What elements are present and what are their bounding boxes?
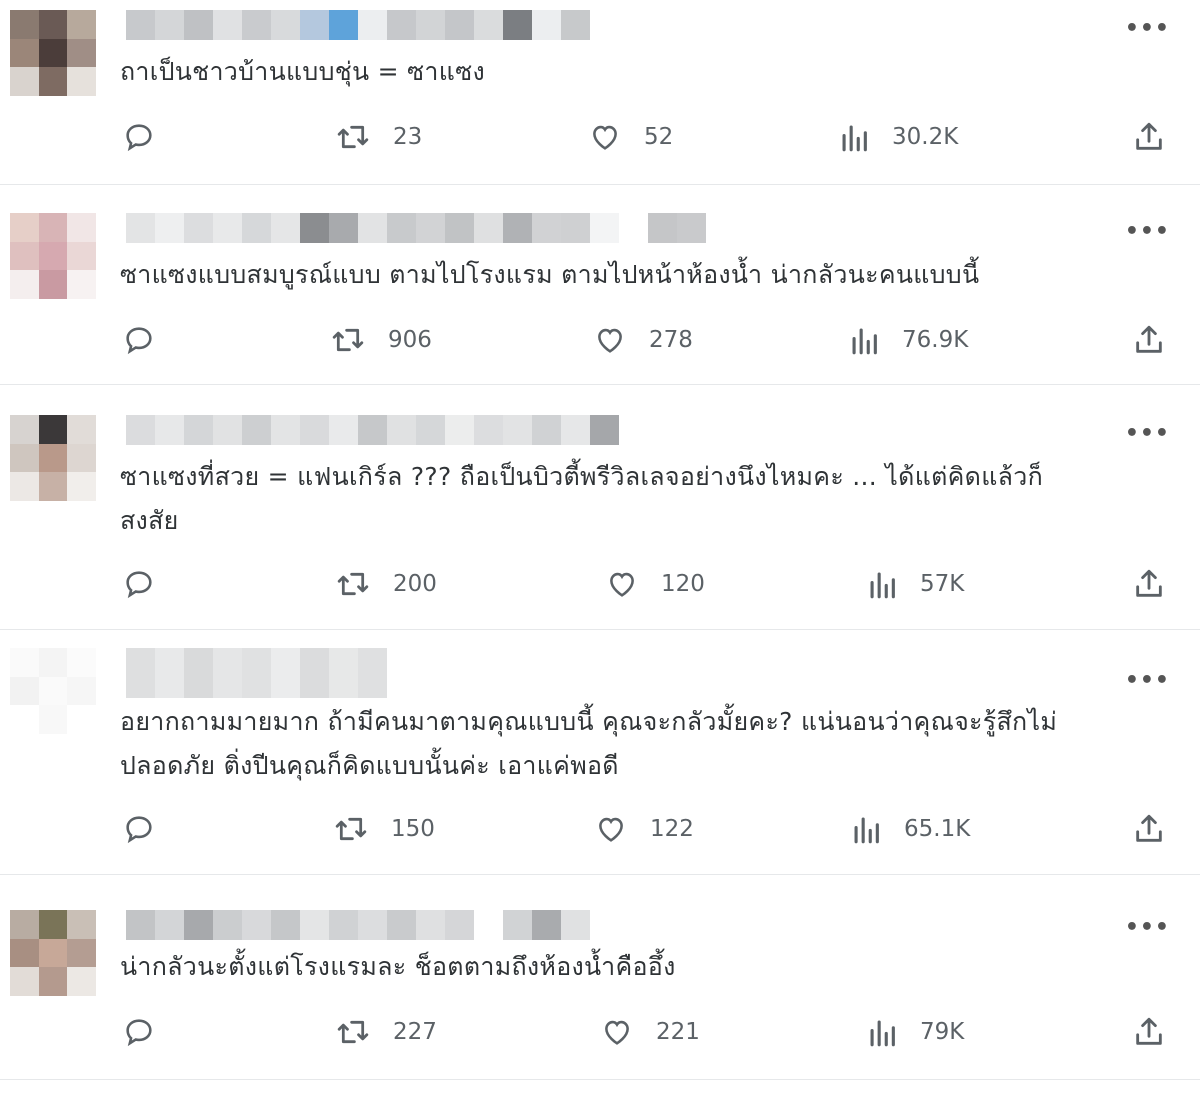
reply-text: น่ากลัวนะตั้งแต่โรงแรมละ ช็อตตามถึงห้องน… — [120, 952, 676, 981]
reply-item[interactable]: ••• อยากถามมายมาก ถ้ามีคนมาตามคุณแบบนี้ … — [0, 630, 1200, 875]
like-count: 122 — [650, 816, 694, 842]
username-redacted[interactable] — [126, 213, 706, 243]
reply-action[interactable] — [122, 323, 156, 357]
avatar[interactable] — [10, 910, 96, 996]
retweet-icon — [337, 572, 369, 596]
retweet-count: 906 — [388, 327, 432, 353]
reply-item[interactable]: ••• น่ากลัวนะตั้งแต่โรงแรมละ ช็อตตามถึงห… — [0, 875, 1200, 1080]
heart-icon — [610, 572, 634, 597]
reply-icon — [126, 1019, 152, 1047]
share-action[interactable] — [1132, 812, 1166, 846]
reply-icon — [126, 124, 152, 152]
username-redacted[interactable] — [126, 648, 387, 698]
retweet-icon — [337, 1020, 369, 1044]
like-count: 52 — [644, 124, 674, 150]
reply-action[interactable] — [122, 120, 156, 154]
views-icon — [870, 1020, 895, 1047]
reply-icon — [126, 571, 152, 599]
avatar[interactable] — [10, 213, 96, 299]
more-options-icon[interactable]: ••• — [1125, 917, 1170, 939]
heart-icon — [605, 1020, 629, 1045]
like-action[interactable]: 120 — [605, 567, 705, 601]
avatar[interactable] — [10, 648, 96, 734]
share-action[interactable] — [1132, 567, 1166, 601]
reply-icon — [126, 327, 152, 355]
reply-text-line: อยากถามมายมาก ถ้ามีคนมาตามคุณแบบนี้ คุณจ… — [120, 707, 1058, 736]
retweet-count: 200 — [393, 571, 437, 597]
like-count: 120 — [661, 571, 705, 597]
views-action[interactable]: 57K — [866, 567, 964, 601]
more-options-icon[interactable]: ••• — [1125, 670, 1170, 692]
share-action[interactable] — [1132, 323, 1166, 357]
views-action[interactable]: 76.9K — [848, 323, 968, 357]
share-action[interactable] — [1132, 120, 1166, 154]
retweet-count: 150 — [391, 816, 435, 842]
views-count: 76.9K — [902, 327, 969, 353]
share-icon — [1136, 814, 1162, 842]
reply-action[interactable] — [122, 1015, 156, 1049]
views-action[interactable]: 79K — [866, 1015, 964, 1049]
share-icon — [1136, 122, 1162, 150]
retweet-count: 23 — [393, 124, 423, 150]
retweet-icon — [337, 125, 369, 149]
views-icon — [854, 817, 879, 844]
views-count: 30.2K — [892, 124, 959, 150]
like-action[interactable]: 52 — [588, 120, 673, 154]
retweet-icon — [335, 817, 367, 841]
more-options-icon[interactable]: ••• — [1125, 221, 1170, 243]
share-icon — [1136, 325, 1162, 353]
reply-text: ซาแซงแบบสมบูรณ์แบบ ตามไปโรงแรม ตามไปหน้า… — [120, 260, 980, 289]
avatar[interactable] — [10, 415, 96, 501]
reply-text-line: ซาแซงที่สวย = แฟนเกิร์ล ??? ถือเป็นบิวตี… — [120, 462, 1044, 491]
views-icon — [870, 572, 895, 599]
reply-item[interactable]: ••• ซาแซงที่สวย = แฟนเกิร์ล ??? ถือเป็นบ… — [0, 385, 1200, 630]
more-options-icon[interactable]: ••• — [1125, 423, 1170, 445]
views-icon — [852, 328, 877, 355]
like-count: 278 — [649, 327, 693, 353]
reply-text-line: สงสัย — [120, 506, 179, 535]
share-icon — [1136, 569, 1162, 597]
username-redacted[interactable] — [126, 910, 590, 940]
reply-text: ซาแซงที่สวย = แฟนเกิร์ล ??? ถือเป็นบิวตี… — [120, 455, 1170, 543]
reply-icon — [126, 816, 152, 844]
reply-action[interactable] — [122, 812, 156, 846]
retweet-action[interactable]: 200 — [335, 567, 437, 601]
reply-item[interactable]: ••• ถาเป็นชาวบ้านแบบชุ่น = ซาแซง 23 52 3… — [0, 0, 1200, 185]
heart-icon — [599, 817, 623, 842]
views-action[interactable]: 65.1K — [850, 812, 970, 846]
username-redacted[interactable] — [126, 10, 590, 40]
views-icon — [842, 125, 867, 152]
like-action[interactable]: 122 — [594, 812, 694, 846]
reply-item[interactable]: ••• ซาแซงแบบสมบูรณ์แบบ ตามไปโรงแรม ตามไป… — [0, 185, 1200, 385]
views-action[interactable]: 30.2K — [838, 120, 958, 154]
reply-text-line: ปลอดภัย ติ่งปีนคุณก็คิดแบบนั้นค่ะ เอาแค่… — [120, 751, 619, 780]
like-action[interactable]: 221 — [600, 1015, 700, 1049]
retweet-icon — [332, 328, 364, 352]
reply-action[interactable] — [122, 567, 156, 601]
more-options-icon[interactable]: ••• — [1125, 18, 1170, 40]
retweet-action[interactable]: 23 — [335, 120, 422, 154]
avatar[interactable] — [10, 10, 96, 96]
reply-text: ถาเป็นชาวบ้านแบบชุ่น = ซาแซง — [120, 57, 485, 86]
like-count: 221 — [656, 1019, 700, 1045]
views-count: 57K — [920, 571, 965, 597]
heart-icon — [593, 125, 617, 150]
replies-feed: ••• ถาเป็นชาวบ้านแบบชุ่น = ซาแซง 23 52 3… — [0, 0, 1200, 1093]
retweet-count: 227 — [393, 1019, 437, 1045]
retweet-action[interactable]: 906 — [330, 323, 432, 357]
views-count: 65.1K — [904, 816, 971, 842]
username-redacted[interactable] — [126, 415, 619, 445]
retweet-action[interactable]: 150 — [333, 812, 435, 846]
like-action[interactable]: 278 — [593, 323, 693, 357]
views-count: 79K — [920, 1019, 965, 1045]
share-icon — [1136, 1017, 1162, 1045]
retweet-action[interactable]: 227 — [335, 1015, 437, 1049]
heart-icon — [598, 328, 622, 353]
reply-text: อยากถามมายมาก ถ้ามีคนมาตามคุณแบบนี้ คุณจ… — [120, 700, 1170, 788]
share-action[interactable] — [1132, 1015, 1166, 1049]
